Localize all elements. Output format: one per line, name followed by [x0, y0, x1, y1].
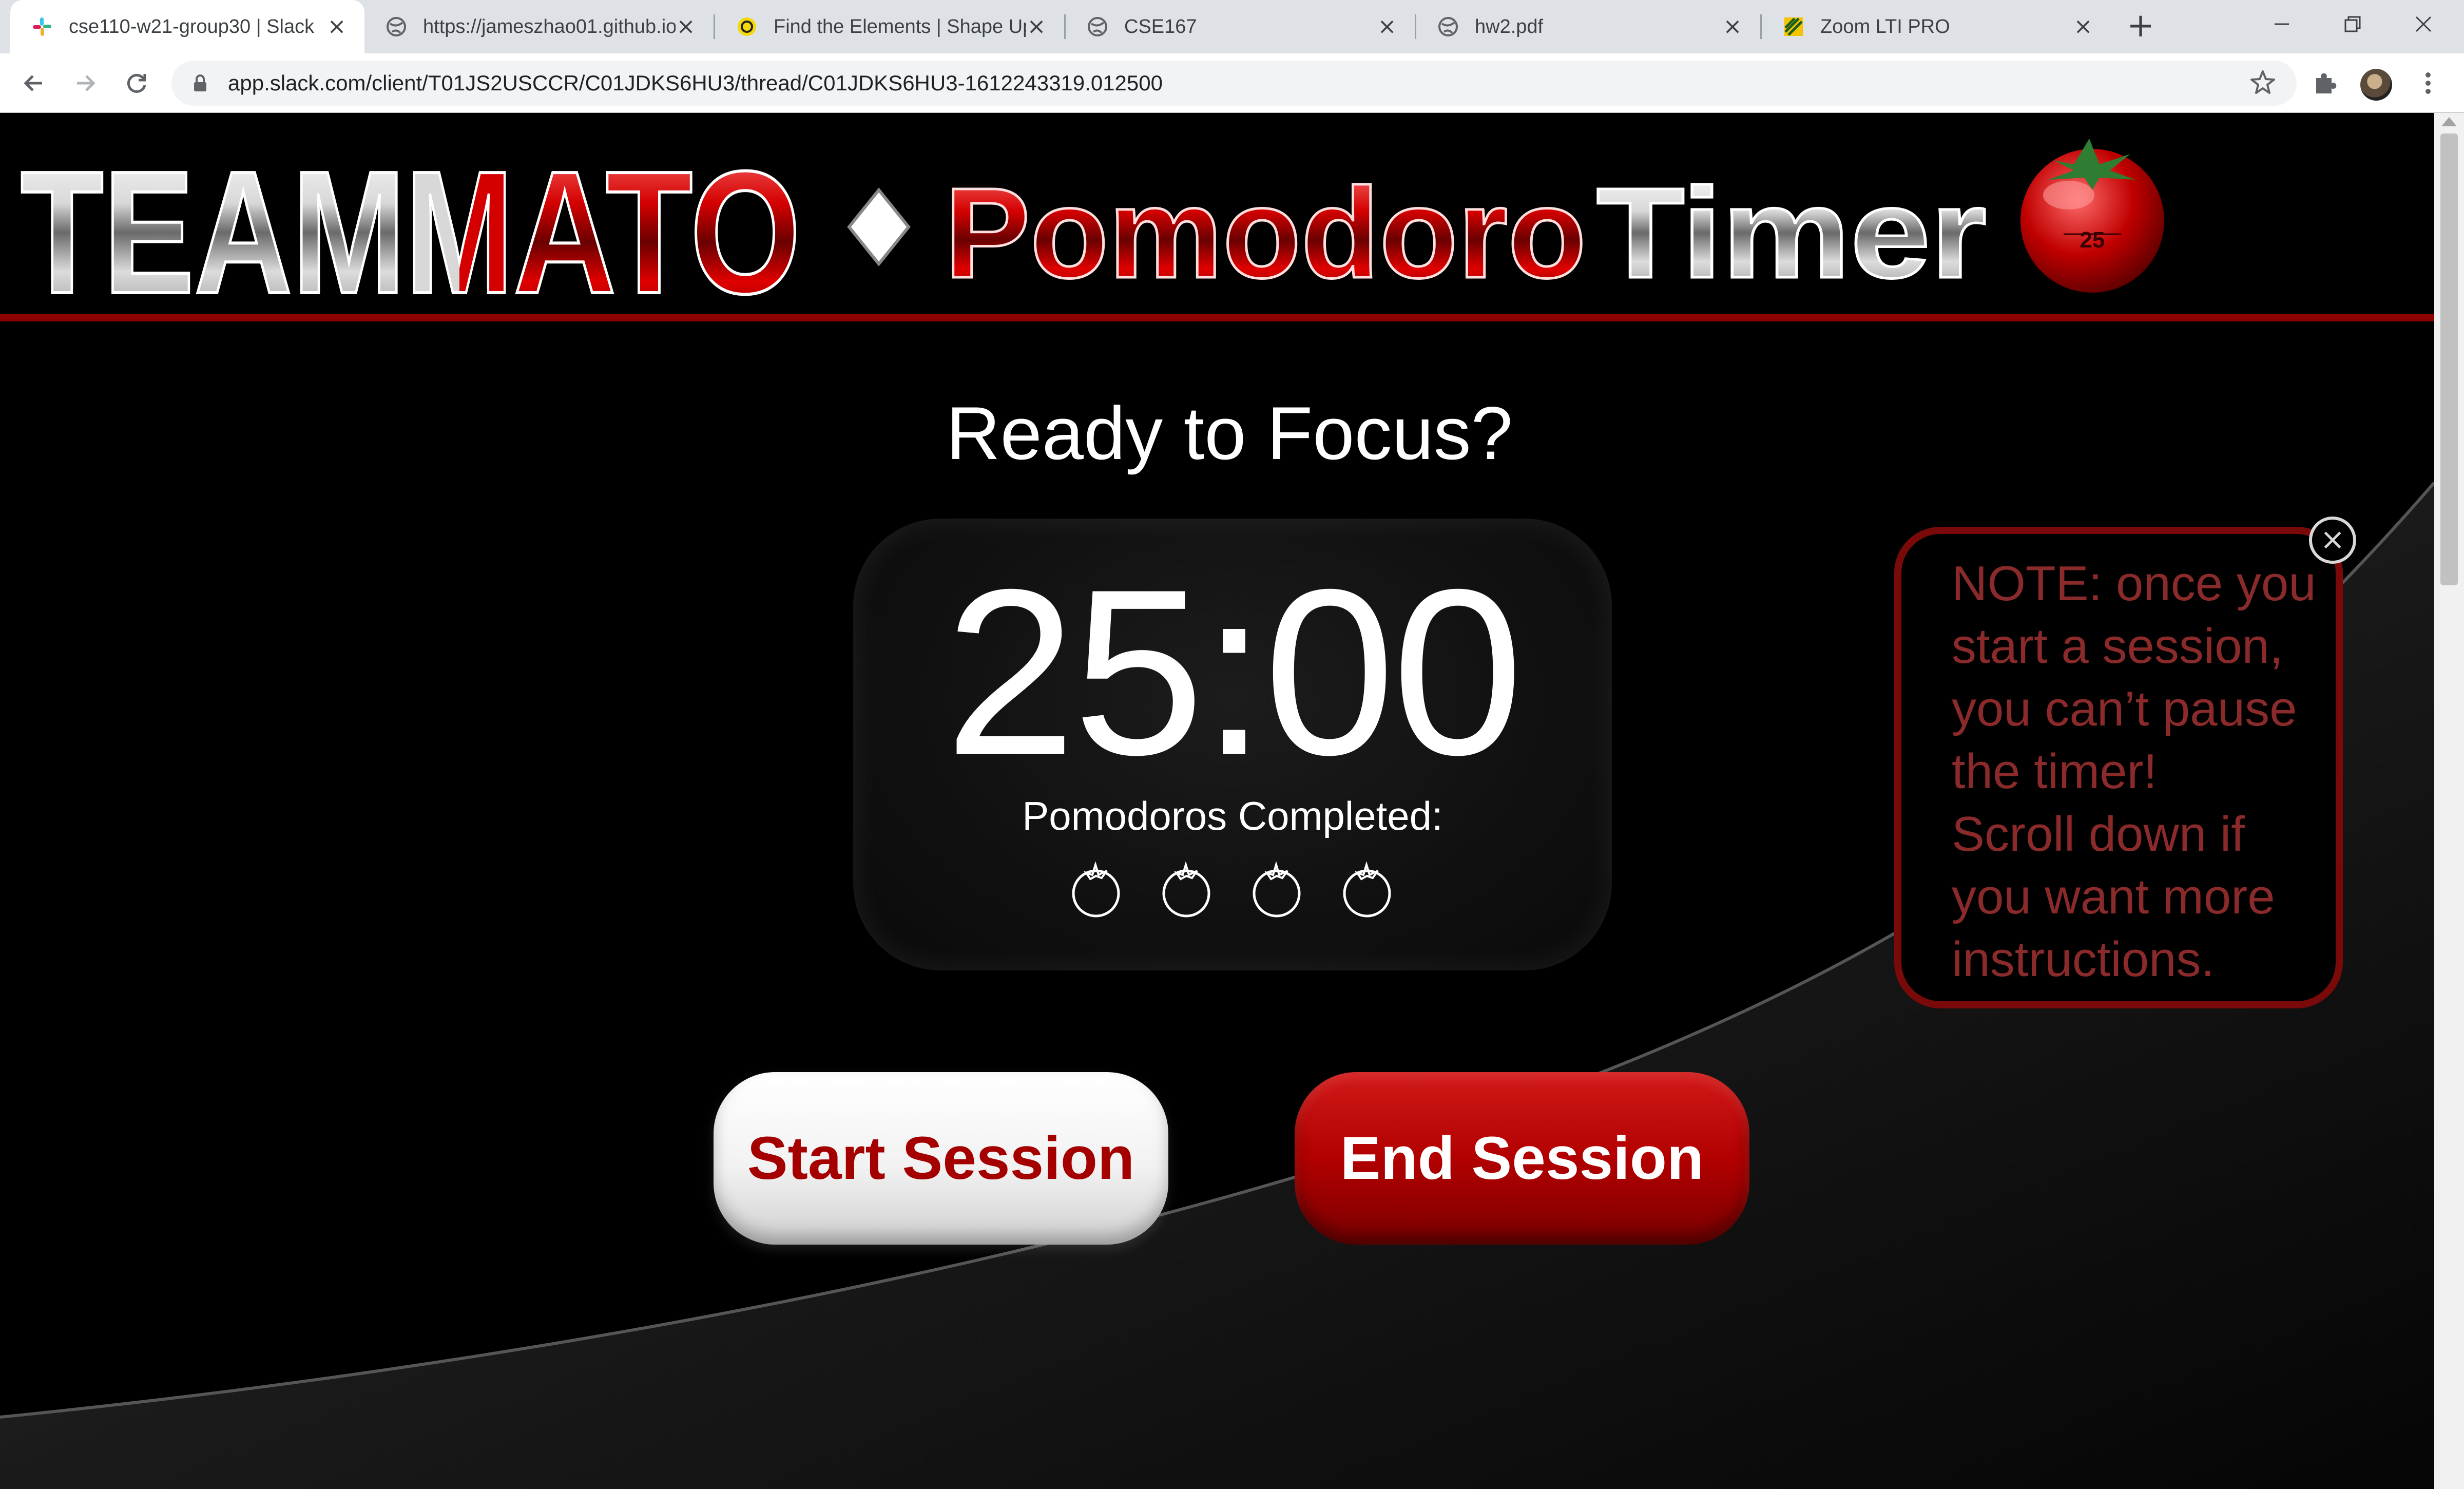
tab-title: https://jameszhao01.github.io	[423, 15, 676, 37]
pomodoros-completed-label: Pomodoros Completed:	[1022, 793, 1443, 838]
timer-panel: 25:00 Pomodoros Completed:	[853, 519, 1612, 970]
tomato-outline-icon	[1162, 862, 1210, 918]
globe-icon	[1438, 16, 1458, 37]
note-line: you can’t pause	[1952, 681, 2297, 736]
title-pomodoro: Pomodoro	[945, 161, 1586, 304]
note-close-icon[interactable]: ×	[2309, 517, 2356, 564]
tab-close-icon[interactable]: ×	[326, 15, 347, 38]
browser-tab-bar: cse110-w21-group30 | Slack × https://jam…	[0, 0, 2464, 53]
brand-m: M	[406, 135, 513, 329]
back-button[interactable]	[18, 68, 49, 99]
tab-cse167[interactable]: CSE167 ×	[1066, 0, 1415, 53]
tab-close-icon[interactable]: ×	[676, 15, 696, 38]
profile-avatar[interactable]	[2360, 69, 2392, 101]
title-timer: Timer	[1596, 161, 1987, 304]
forward-button[interactable]	[70, 68, 101, 99]
end-session-button[interactable]: End Session	[1295, 1072, 1749, 1245]
tab-close-icon[interactable]: ×	[1026, 15, 1047, 38]
note-line: instructions.	[1952, 932, 2215, 987]
tab-close-icon[interactable]: ×	[1722, 15, 1743, 38]
shapeup-icon	[737, 16, 757, 37]
note-line: start a session,	[1952, 619, 2283, 674]
tab-zoom-lti[interactable]: Zoom LTI PRO ×	[1762, 0, 2111, 53]
page-scrollbar[interactable]	[2434, 113, 2464, 1489]
reload-button[interactable]	[121, 68, 152, 99]
menu-kebab-icon[interactable]	[2413, 68, 2443, 99]
diamond-separator	[847, 187, 911, 266]
timer-display: 25:00	[945, 541, 1523, 804]
url-text: app.slack.com/client/T01JS2USCCR/C01JDKS…	[228, 71, 1163, 95]
browser-toolbar: app.slack.com/client/T01JS2USCCR/C01JDKS…	[0, 53, 2464, 113]
logo-number: 25	[2080, 227, 2105, 253]
close-window-button[interactable]	[2400, 6, 2447, 42]
tab-close-icon[interactable]: ×	[2073, 15, 2093, 38]
globe-icon	[1087, 16, 1108, 37]
tab-title: Zoom LTI PRO	[1820, 15, 1950, 37]
minimize-button[interactable]	[2259, 6, 2305, 42]
note-text: NOTE: once you start a session, you can’…	[1952, 552, 2362, 991]
globe-icon	[386, 16, 407, 37]
pomodoro-page: TEAM M ATO Pomodoro Timer 25 Ready to Fo…	[0, 113, 2434, 1489]
start-session-button[interactable]: Start Session	[714, 1072, 1168, 1245]
brand-team: TEAM	[21, 135, 406, 329]
tab-title: Find the Elements | Shape Up	[774, 15, 1026, 37]
note-popup: NOTE: once you start a session, you can’…	[1894, 527, 2343, 1008]
tab-jameszhao01[interactable]: https://jameszhao01.github.io ×	[364, 0, 714, 53]
note-line: you want more	[1952, 869, 2275, 924]
tomato-outline-icon	[1253, 862, 1301, 918]
tab-slack[interactable]: cse110-w21-group30 | Slack ×	[10, 0, 364, 53]
restore-button[interactable]	[2330, 6, 2376, 42]
scrollbar-thumb[interactable]	[2440, 133, 2458, 585]
tab-hw2-pdf[interactable]: hw2.pdf ×	[1416, 0, 1760, 53]
new-tab-button[interactable]: +	[2125, 9, 2156, 42]
tomato-timer-logo: 25	[2020, 139, 2164, 293]
lock-icon	[190, 73, 210, 93]
zoom-lti-icon	[1783, 16, 1804, 37]
header-banner: TEAM M ATO Pomodoro Timer 25	[0, 133, 2434, 329]
brand-ato: ATO	[513, 135, 801, 329]
tomato-outline-icon	[1072, 862, 1120, 918]
note-line: NOTE: once you	[1952, 556, 2316, 611]
tab-close-icon[interactable]: ×	[1377, 15, 1397, 38]
page-heading: Ready to Focus?	[946, 391, 1513, 475]
bookmark-star-icon[interactable]	[2249, 69, 2276, 101]
tomato-outline-icon	[1343, 862, 1391, 918]
tab-title: hw2.pdf	[1475, 15, 1544, 37]
note-line: the timer!	[1952, 744, 2158, 799]
scroll-up-arrow-icon[interactable]	[2441, 117, 2457, 126]
tab-shape-up[interactable]: Find the Elements | Shape Up ×	[715, 0, 1064, 53]
slack-icon	[32, 16, 52, 37]
address-bar[interactable]: app.slack.com/client/T01JS2USCCR/C01JDKS…	[171, 61, 2297, 106]
extensions-puzzle-icon[interactable]	[2310, 68, 2341, 99]
note-line: Scroll down if	[1952, 807, 2245, 862]
tab-title: cse110-w21-group30 | Slack	[69, 15, 315, 37]
tab-title: CSE167	[1124, 15, 1197, 37]
pomodoro-counter	[1069, 862, 1397, 918]
banner-divider	[0, 314, 2434, 321]
